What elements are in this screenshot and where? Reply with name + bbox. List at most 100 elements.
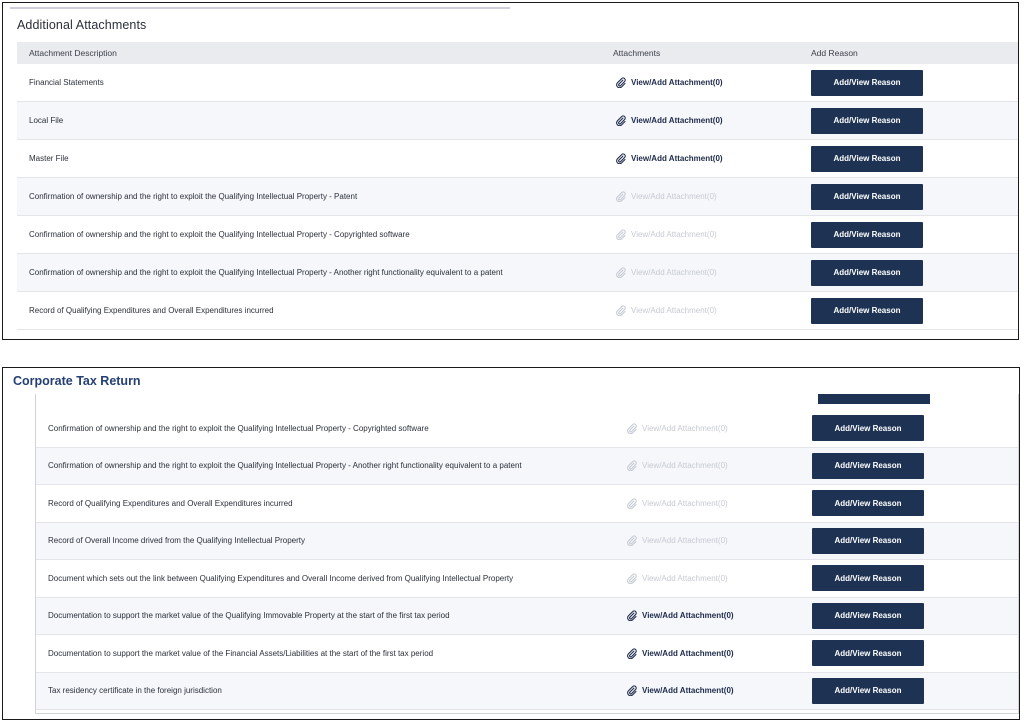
add-view-reason-button[interactable]: Add/View Reason: [811, 69, 923, 96]
table-header: Attachment Description Attachments Add R…: [17, 42, 1018, 64]
attachment-description: Confirmation of ownership and the right …: [29, 192, 358, 201]
reason-cell: Add/View Reason: [812, 527, 1018, 554]
attachment-link-label: View/Add Attachment(0): [631, 268, 717, 277]
attachment-description: Documentation to support the market valu…: [48, 611, 450, 621]
attachment-link-label: View/Add Attachment(0): [631, 306, 717, 315]
reason-cell: Add/View Reason: [811, 259, 1018, 286]
scroll-indicator: [10, 7, 510, 9]
view-add-attachment-link[interactable]: View/Add Attachment(0): [615, 77, 723, 88]
corporate-tax-return-panel: Corporate Tax Return Confirmation of own…: [2, 367, 1020, 720]
paperclip-icon: [615, 115, 626, 126]
paperclip-icon: [626, 648, 637, 659]
attachment-cell: View/Add Attachment(0): [599, 267, 811, 278]
paperclip-icon: [626, 460, 637, 472]
reason-cell: Add/View Reason: [811, 145, 1018, 172]
attachment-link-label: View/Add Attachment(0): [642, 536, 728, 546]
reason-cell: Add/View Reason: [812, 452, 1018, 479]
reason-cell: Add/View Reason: [812, 677, 1018, 704]
table-body: Confirmation of ownership and the right …: [36, 410, 1018, 710]
paperclip-icon: [615, 267, 626, 278]
attachments-table-scrolled: Confirmation of ownership and the right …: [35, 394, 1019, 714]
add-view-reason-button[interactable]: Add/View Reason: [811, 107, 923, 134]
add-view-reason-button[interactable]: Add/View Reason: [811, 259, 923, 286]
add-view-reason-button[interactable]: Add/View Reason: [812, 677, 924, 704]
table-row: Record of Qualifying Expenditures and Ov…: [17, 292, 1018, 330]
attachment-cell: View/Add Attachment(0): [616, 648, 812, 659]
paperclip-icon: [626, 535, 637, 547]
reason-cell: Add/View Reason: [811, 183, 1018, 210]
reason-cell: Add/View Reason: [812, 565, 1018, 592]
attachment-description: Record of Qualifying Expenditures and Ov…: [48, 498, 293, 508]
additional-attachments-panel: Additional Attachments Attachment Descri…: [2, 2, 1019, 340]
attachment-link-label: View/Add Attachment(0): [631, 78, 723, 87]
reason-cell: Add/View Reason: [812, 490, 1018, 517]
attachment-cell: View/Add Attachment(0): [616, 423, 812, 434]
add-view-reason-button[interactable]: Add/View Reason: [812, 527, 924, 554]
view-add-attachment-link[interactable]: View/Add Attachment(0): [626, 648, 734, 659]
view-add-attachment-link[interactable]: View/Add Attachment(0): [615, 153, 723, 164]
paperclip-icon: [615, 229, 626, 240]
add-view-reason-button[interactable]: Add/View Reason: [812, 640, 924, 667]
attachment-description: Local File: [29, 116, 64, 125]
add-view-reason-button[interactable]: Add/View Reason: [811, 145, 923, 172]
view-add-attachment-link: View/Add Attachment(0): [626, 535, 728, 547]
table-row: Documentation to support the market valu…: [36, 597, 1018, 635]
add-view-reason-button[interactable]: Add/View Reason: [812, 565, 924, 592]
attachment-link-label: View/Add Attachment(0): [631, 230, 717, 239]
table-row: Financial Statements View/Add Attachment(…: [17, 64, 1018, 102]
table-row: Master File View/Add Attachment(0) Add/Vie…: [17, 140, 1018, 178]
view-add-attachment-link: View/Add Attachment(0): [615, 191, 717, 202]
attachment-link-label: View/Add Attachment(0): [642, 573, 728, 583]
attachment-description: Confirmation of ownership and the right …: [29, 268, 503, 277]
add-view-reason-button[interactable]: Add/View Reason: [811, 183, 923, 210]
column-header-reason: Add Reason: [811, 48, 858, 58]
reason-cell: Add/View Reason: [811, 221, 1018, 248]
reason-cell: Add/View Reason: [812, 640, 1018, 667]
attachment-link-label: View/Add Attachment(0): [642, 686, 734, 696]
table-row: Record of Overall Income drived from the…: [36, 522, 1018, 560]
paperclip-icon: [626, 498, 637, 509]
paperclip-icon: [626, 573, 637, 584]
reason-cell: Add/View Reason: [811, 69, 1018, 96]
add-view-reason-button-partial[interactable]: [818, 394, 930, 404]
table-row: Record of Qualifying Expenditures and Ov…: [36, 485, 1018, 523]
paperclip-icon: [615, 153, 626, 164]
add-view-reason-button[interactable]: Add/View Reason: [811, 221, 923, 248]
paperclip-icon: [626, 685, 637, 697]
table-row: Confirmation of ownership and the right …: [17, 254, 1018, 292]
table-row: Document which sets out the link between…: [36, 560, 1018, 598]
attachment-description: Documentation to support the market valu…: [48, 648, 434, 658]
reason-cell: Add/View Reason: [811, 107, 1018, 134]
attachments-table: Attachment Description Attachments Add R…: [17, 42, 1018, 330]
attachment-link-label: View/Add Attachment(0): [642, 498, 728, 508]
attachment-cell: View/Add Attachment(0): [616, 498, 812, 509]
table-row: Confirmation of ownership and the right …: [36, 410, 1018, 448]
add-view-reason-button[interactable]: Add/View Reason: [812, 490, 924, 517]
column-header-description: Attachment Description: [29, 48, 117, 58]
attachment-cell: View/Add Attachment(0): [599, 153, 811, 164]
table-row: Tax residency certificate in the foreign…: [36, 672, 1018, 710]
view-add-attachment-link[interactable]: View/Add Attachment(0): [626, 610, 734, 622]
add-view-reason-button[interactable]: Add/View Reason: [812, 602, 924, 629]
attachment-link-label: View/Add Attachment(0): [631, 192, 717, 201]
attachment-cell: View/Add Attachment(0): [616, 573, 812, 584]
attachment-link-label: View/Add Attachment(0): [631, 154, 723, 163]
view-add-attachment-link[interactable]: View/Add Attachment(0): [626, 685, 734, 697]
add-view-reason-button[interactable]: Add/View Reason: [811, 297, 923, 324]
reason-cell: Add/View Reason: [812, 602, 1018, 629]
paperclip-icon: [626, 610, 637, 622]
view-add-attachment-link: View/Add Attachment(0): [626, 423, 728, 434]
paperclip-icon: [615, 77, 626, 88]
add-view-reason-button[interactable]: Add/View Reason: [812, 452, 924, 479]
add-view-reason-button[interactable]: Add/View Reason: [812, 415, 924, 442]
attachment-cell: View/Add Attachment(0): [599, 229, 811, 240]
attachment-cell: View/Add Attachment(0): [616, 460, 812, 472]
table-row: Confirmation of ownership and the right …: [17, 216, 1018, 254]
column-header-attachments: Attachments: [613, 48, 661, 58]
view-add-attachment-link: View/Add Attachment(0): [615, 267, 717, 278]
paperclip-icon: [615, 191, 626, 202]
attachment-description: Record of Overall Income drived from the…: [48, 536, 306, 546]
attachment-description: Confirmation of ownership and the right …: [29, 230, 410, 239]
view-add-attachment-link[interactable]: View/Add Attachment(0): [615, 115, 723, 126]
attachment-description: Record of Qualifying Expenditures and Ov…: [29, 306, 274, 315]
